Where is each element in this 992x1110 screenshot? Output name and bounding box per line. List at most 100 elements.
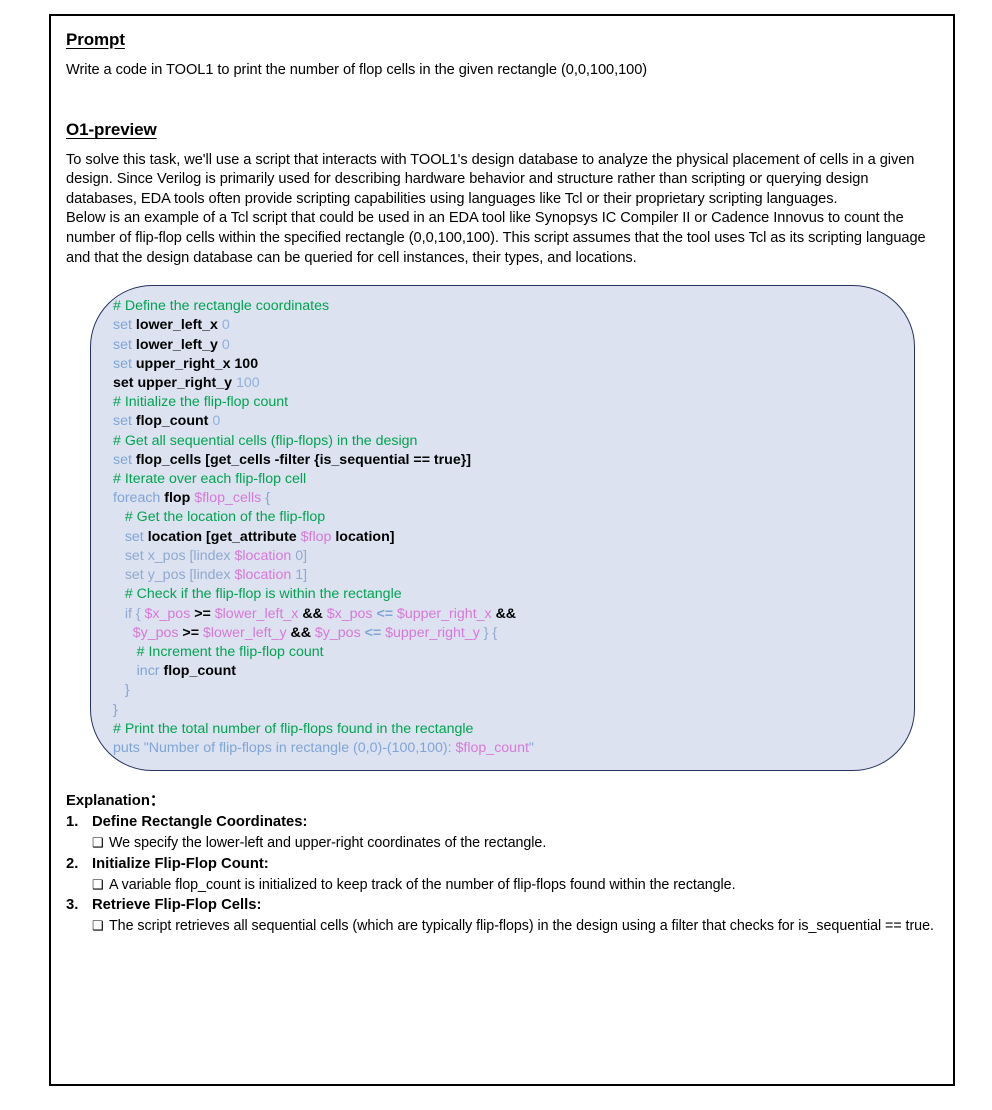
code-line: } [113, 701, 898, 720]
code-token-kw2: if { [113, 605, 145, 622]
code-line: set flop_count 0 [113, 412, 898, 431]
code-token-var: $x_pos [144, 605, 195, 622]
code-token-kw: foreach [113, 490, 165, 507]
code-line: # Iterate over each flip-flop cell [113, 470, 898, 489]
code-token-var: $flop [300, 528, 336, 545]
code-line: set lower_left_x 0 [113, 316, 898, 335]
answer-paragraph-2: Below is an example of a Tcl script that… [66, 210, 926, 266]
code-token-comment: # Define the rectangle coordinates [113, 298, 330, 315]
explanation-detail-text: We specify the lower-left and upper-righ… [109, 835, 547, 852]
code-token-comment: # Increment the flip-flop count [113, 643, 324, 660]
code-line: incr flop_count [113, 662, 898, 681]
code-token-plain: flop_count [135, 413, 213, 430]
code-token-var: $location [234, 547, 296, 564]
code-token-var: $x_pos [326, 605, 377, 622]
code-token-var: $flop_cells [194, 490, 266, 507]
code-token-kw: set [113, 413, 136, 430]
code-token-plain: lower_left_x [135, 317, 222, 334]
code-token-num: 100 [236, 375, 260, 392]
square-bullet-icon: ❑ [92, 917, 104, 933]
code-token-str: puts "Number of flip-flops in rectangle … [113, 739, 456, 756]
code-token-op: >= [194, 605, 215, 622]
answer-heading: O1-preview [66, 120, 157, 140]
explanation-step-heading: 2. Initialize Flip-Flop Count: [66, 854, 937, 875]
code-line: set y_pos [lindex $location 1] [113, 566, 898, 585]
code-token-comment: # Get all sequential cells (flip-flops) … [113, 432, 418, 449]
explanation-detail: ❑ We specify the lower-left and upper-rig… [92, 833, 937, 853]
explanation-detail-text: A variable flop_count is initialized to … [109, 876, 736, 893]
code-spacer [66, 268, 937, 285]
prompt-text: Write a code in TOOL1 to print the numbe… [66, 61, 648, 78]
code-token-num: 0 [221, 336, 230, 353]
code-line: set location [get_attribute $flop locati… [113, 528, 898, 547]
code-token-comment: # Get the location of the flip-flop [113, 509, 326, 526]
code-line: $y_pos >= $lower_left_y && $y_pos <= $up… [113, 624, 898, 643]
code-token-brace: { [265, 490, 270, 507]
code-token-comment: # Check if the flip-flop is within the r… [113, 586, 402, 603]
square-bullet-icon: ❑ [92, 876, 104, 892]
code-token-kw: incr [136, 663, 164, 680]
code-token-num: 0 [212, 413, 221, 430]
code-token-var: $lower_left_x [214, 605, 303, 622]
code-token-var: $y_pos [132, 624, 183, 641]
code-token-var: $lower_left_y [202, 624, 291, 641]
explanation-step-title: Initialize Flip-Flop Count: [92, 855, 269, 872]
explanation-step-title: Define Rectangle Coordinates: [92, 814, 308, 831]
explanation-detail-text: The script retrieves all sequential cell… [109, 917, 934, 934]
code-token-kw: set [124, 528, 148, 545]
explanation-title: Explanation： [66, 793, 165, 810]
explanation-section: Explanation： 1. Define Rectangle Coordina… [66, 789, 937, 936]
explanation-step-number: 1. [66, 814, 79, 831]
code-token-var: $y_pos [314, 624, 365, 641]
code-line: # Increment the flip-flop count [113, 643, 898, 662]
explanation-step-number: 3. [66, 896, 79, 913]
code-token-var: $flop_count [455, 739, 529, 756]
code-line: # Check if the flip-flop is within the r… [113, 585, 898, 604]
code-line: set x_pos [lindex $location 0] [113, 547, 898, 566]
code-line: # Define the rectangle coordinates [113, 297, 898, 316]
document-body: Prompt Write a code in TOOL1 to print th… [51, 16, 953, 1084]
explanation-detail: ❑ The script retrieves all sequential cel… [92, 916, 937, 936]
code-token-kw: set [113, 317, 136, 334]
code-token-op: && [495, 605, 517, 622]
code-token-brace: } [113, 701, 118, 718]
code-line: # Get all sequential cells (flip-flops) … [113, 432, 898, 451]
code-token-str: " [528, 739, 534, 756]
code-token-var: $upper_right_y [385, 624, 484, 641]
code-token-plain: flop [164, 490, 195, 507]
explanation-step: 3. Retrieve Flip-Flop Cells: ❑ The script r… [66, 895, 937, 936]
code-token-plain: set upper_right_y [113, 375, 236, 392]
code-token-kw2: 0] [295, 547, 308, 564]
code-line: } [113, 681, 898, 700]
explanation-step: 1. Define Rectangle Coordinates: ❑ We speci… [66, 812, 937, 853]
code-token-comment: # Print the total number of flip-flops f… [113, 720, 474, 737]
code-block: # Define the rectangle coordinates set lo… [90, 285, 915, 772]
code-token-kw2: } { [483, 624, 498, 641]
code-line: set upper_right_y 100 [113, 374, 898, 393]
explanation-step-heading: 1. Define Rectangle Coordinates: [66, 812, 937, 833]
explanation-step-number: 2. [66, 855, 79, 872]
explanation-step: 2. Initialize Flip-Flop Count: ❑ A variable… [66, 854, 937, 895]
code-token-op: && [290, 624, 315, 641]
code-line: # Get the location of the flip-flop [113, 508, 898, 527]
code-token-kw2: 1] [295, 567, 308, 584]
code-line: # Print the total number of flip-flops f… [113, 720, 898, 739]
code-token-var: $location [234, 567, 296, 584]
code-token-num: 0 [221, 317, 230, 334]
code-token-plain: upper_right_x 100 [135, 355, 259, 372]
code-line: set upper_right_x 100 [113, 355, 898, 374]
answer-paragraph-1: To solve this task, we'll use a script t… [66, 151, 915, 207]
code-token-op2: <= [376, 605, 397, 622]
code-token-plain: lower_left_y [135, 336, 222, 353]
code-token-kw: set [113, 451, 136, 468]
code-line: set flop_cells [get_cells -filter {is_se… [113, 451, 898, 470]
explanation-step-heading: 3. Retrieve Flip-Flop Cells: [66, 895, 937, 916]
explanation-steps-list: 1. Define Rectangle Coordinates: ❑ We speci… [66, 812, 937, 936]
code-token-plain: location [get_attribute [147, 528, 301, 545]
code-line: foreach flop $flop_cells { [113, 489, 898, 508]
code-token-brace: } [113, 682, 130, 699]
code-token-plain: flop_cells [get_cells -filter {is_sequen… [135, 451, 471, 468]
